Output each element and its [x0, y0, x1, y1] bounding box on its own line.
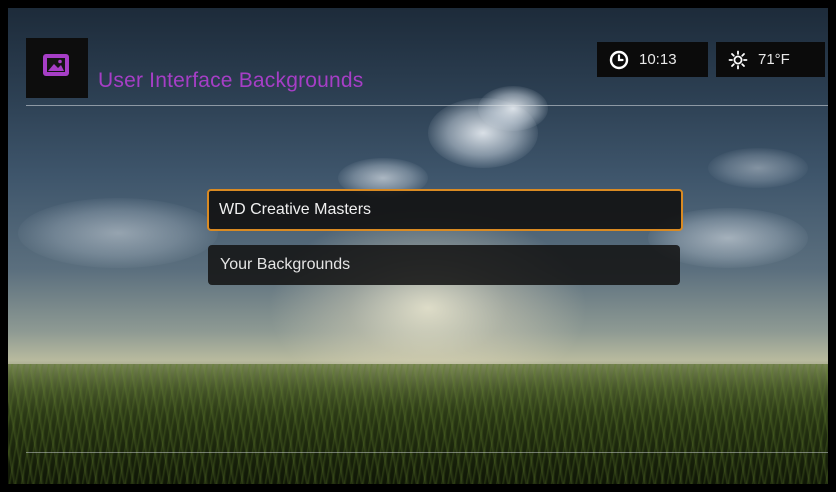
tv-screen: User Interface Backgrounds 10:13 71°F WD…	[0, 0, 836, 492]
cloud	[18, 198, 218, 268]
cloud	[478, 86, 548, 131]
clock-time: 10:13	[639, 51, 677, 68]
clock-widget: 10:13	[597, 42, 708, 77]
cloud	[708, 148, 808, 188]
menu-item-your-backgrounds[interactable]: Your Backgrounds	[208, 245, 680, 285]
background-image: User Interface Backgrounds 10:13 71°F WD…	[8, 8, 828, 484]
temperature-value: 71°F	[758, 51, 790, 68]
footer-divider	[26, 452, 828, 453]
sun-icon	[728, 50, 748, 69]
menu-item-label: WD Creative Masters	[219, 201, 372, 218]
page-title: User Interface Backgrounds	[98, 69, 364, 92]
weather-widget: 71°F	[716, 42, 825, 77]
menu-item-wd-creative-masters[interactable]: WD Creative Masters	[207, 189, 683, 231]
app-icon-tile	[26, 38, 88, 98]
background-source-menu: WD Creative Masters Your Backgrounds	[207, 189, 683, 299]
grass-field	[8, 364, 828, 484]
menu-item-label: Your Backgrounds	[220, 256, 351, 273]
picture-icon	[43, 54, 69, 76]
clock-icon	[609, 50, 629, 69]
header-divider	[26, 105, 828, 106]
